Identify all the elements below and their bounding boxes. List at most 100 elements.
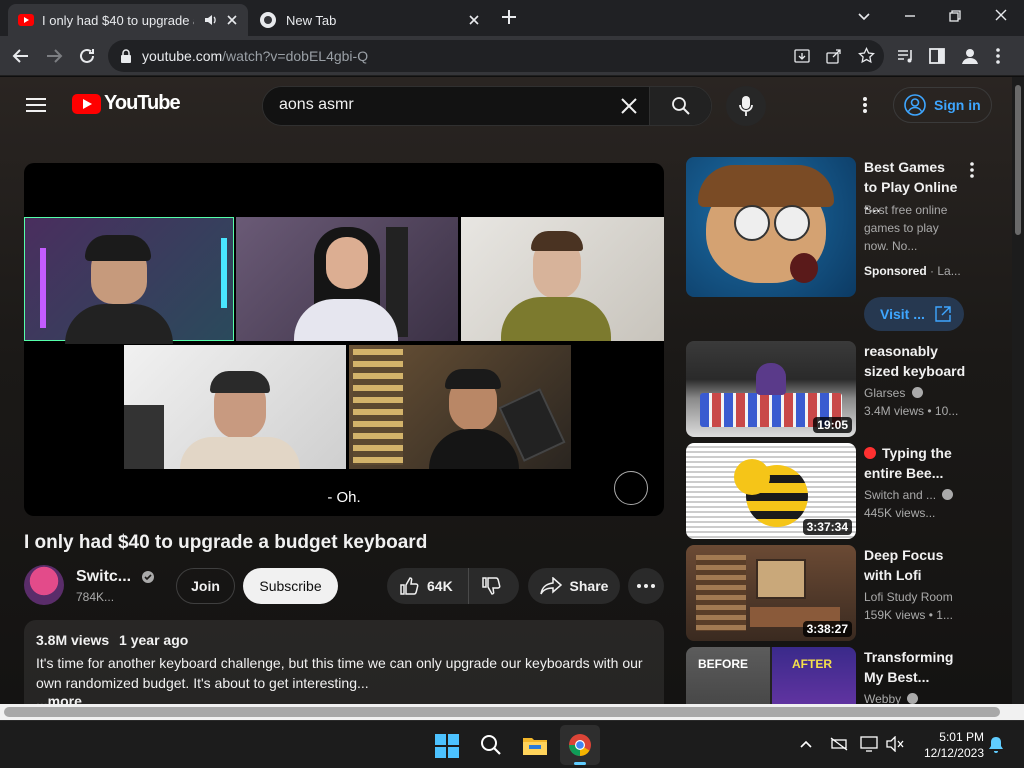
description-line-2: own randomized budget. It's about to get… (36, 675, 369, 691)
network-disconnected-icon[interactable] (830, 737, 848, 751)
sponsored-ad-card[interactable]: Best Games to Play Online -... Best free… (686, 157, 1016, 333)
url-text[interactable]: youtube.com/watch?v=dobEL4gbi-Q (142, 48, 368, 64)
visit-ad-button[interactable]: Visit ... (864, 297, 964, 331)
search-bar: aons asmr (262, 86, 712, 126)
horizontal-scrollbar[interactable] (0, 704, 1024, 720)
channel-line: Switch and ... (864, 488, 974, 502)
like-button[interactable]: 64K (387, 568, 469, 604)
youtube-logo[interactable]: YouTube (72, 92, 181, 115)
video-duration: 3:38:27 (802, 621, 852, 637)
restore-window-icon[interactable] (947, 8, 963, 24)
channel-name: Webby (864, 692, 902, 704)
share-button[interactable]: Share (528, 568, 620, 604)
clear-search-icon[interactable] (619, 96, 639, 116)
video-duration: 19:05 (813, 417, 852, 433)
close-tab-icon[interactable] (224, 12, 240, 28)
sign-in-label: Sign in (934, 97, 981, 113)
channel-line: Glarses (864, 386, 974, 400)
vertical-scrollbar[interactable] (1012, 77, 1024, 704)
address-bar[interactable]: youtube.com/watch?v=dobEL4gbi-Q (108, 40, 884, 72)
ad-thumbnail[interactable] (686, 157, 856, 297)
ad-sponsored-line: Sponsored · La... (864, 264, 961, 278)
dislike-button[interactable] (469, 568, 501, 604)
related-video-2[interactable]: 3:37:34 Typing the entire Bee... Switch … (686, 443, 1016, 539)
forward-arrow-icon[interactable] (45, 47, 63, 65)
ad-menu-icon[interactable] (969, 161, 975, 179)
video-title-text: Deep Focus with Lofi (864, 547, 944, 583)
channel-name: Glarses (864, 386, 906, 400)
video-title[interactable]: Deep Focus with Lofi (864, 545, 974, 585)
search-input[interactable]: aons asmr (263, 87, 649, 125)
video-participant-5 (349, 345, 571, 469)
show-hidden-icons-chevron-icon[interactable] (800, 739, 812, 749)
upload-age: 10... (934, 404, 959, 418)
video-thumbnail[interactable]: BEFORE AFTER (686, 647, 856, 704)
video-title[interactable]: reasonably sized keyboard (864, 341, 974, 381)
clock-date[interactable]: 12/12/2023 (924, 746, 984, 760)
lock-icon[interactable] (120, 49, 132, 63)
tab-youtube[interactable]: I only had $40 to upgrade a (8, 4, 248, 36)
hamburger-menu-icon[interactable] (26, 97, 46, 113)
volume-muted-icon[interactable] (886, 736, 904, 752)
voice-search-button[interactable] (726, 86, 766, 126)
upload-age: 1 year ago (119, 632, 189, 648)
tab-new-tab[interactable]: New Tab (250, 4, 490, 36)
media-controls-icon[interactable] (897, 48, 915, 64)
video-title[interactable]: Typing the entire Bee... (864, 443, 974, 483)
share-page-icon[interactable] (826, 48, 842, 64)
channel-name: Switc... (76, 568, 132, 585)
subscribe-button[interactable]: Subscribe (243, 568, 338, 604)
video-duration: 3:37:34 (802, 519, 852, 535)
vertical-scroll-thumb[interactable] (1015, 85, 1021, 235)
youtube-play-logo-icon (72, 93, 101, 114)
taskbar-search-icon[interactable] (480, 734, 502, 756)
side-panel-icon[interactable] (929, 48, 945, 64)
live-red-dot-icon (864, 447, 876, 459)
sign-in-button[interactable]: Sign in (893, 87, 992, 123)
view-stats: 3.8M views 1 year ago (36, 632, 188, 648)
channel-line: Webby (864, 692, 974, 704)
related-video-3[interactable]: 3:38:27 Deep Focus with Lofi Lofi Study … (686, 545, 1016, 641)
notification-bell-icon[interactable] (988, 736, 1004, 754)
back-arrow-icon[interactable] (12, 47, 30, 65)
speaker-icon[interactable] (204, 13, 218, 27)
windows-start-icon[interactable] (435, 734, 459, 758)
more-actions-button[interactable] (628, 568, 664, 604)
tab-search-chevron-icon[interactable] (856, 8, 872, 24)
display-icon[interactable] (860, 736, 878, 752)
settings-menu-icon[interactable] (862, 96, 868, 114)
join-button[interactable]: Join (176, 568, 235, 604)
view-count: 3.4M views (864, 404, 925, 418)
channel-name-link[interactable]: Switc... (76, 568, 155, 586)
close-tab-icon[interactable] (466, 12, 482, 28)
related-video-4[interactable]: BEFORE AFTER Transforming My Best... Web… (686, 647, 1016, 704)
video-player[interactable]: - Oh. (24, 163, 664, 516)
video-caption: - Oh. (327, 489, 361, 506)
video-thumbnail[interactable]: 3:37:34 (686, 443, 856, 539)
youtube-favicon-icon (18, 14, 34, 26)
video-thumbnail[interactable]: 3:38:27 (686, 545, 856, 641)
verified-check-icon (141, 570, 155, 584)
video-thumbnail[interactable]: 19:05 (686, 341, 856, 437)
bookmark-star-icon[interactable] (858, 47, 875, 64)
related-video-1[interactable]: 19:05 reasonably sized keyboard Glarses … (686, 341, 1016, 437)
minimize-window-icon[interactable] (902, 8, 918, 24)
install-app-icon[interactable] (794, 48, 810, 64)
video-stats: 159K views • 1... (864, 608, 953, 622)
chrome-menu-icon[interactable] (995, 47, 1001, 65)
video-title[interactable]: Transforming My Best... (864, 647, 974, 687)
upload-age: 1... (936, 608, 953, 622)
reload-icon[interactable] (78, 47, 96, 65)
close-window-icon[interactable] (993, 7, 1009, 23)
new-tab-button[interactable] (500, 8, 518, 26)
description-box[interactable]: 3.8M views 1 year ago It's time for anot… (24, 620, 664, 704)
chrome-taskbar-button[interactable] (560, 725, 600, 765)
show-more-link[interactable]: ...more (36, 693, 82, 704)
clock-time[interactable]: 5:01 PM (939, 730, 984, 744)
file-explorer-icon[interactable] (523, 735, 547, 755)
search-button[interactable] (649, 87, 711, 125)
profile-avatar-icon[interactable] (960, 46, 980, 66)
channel-avatar[interactable] (24, 565, 64, 605)
horizontal-scroll-thumb[interactable] (4, 707, 1000, 717)
youtube-page: YouTube aons asmr Sign in - Oh. I only h… (0, 77, 1024, 704)
